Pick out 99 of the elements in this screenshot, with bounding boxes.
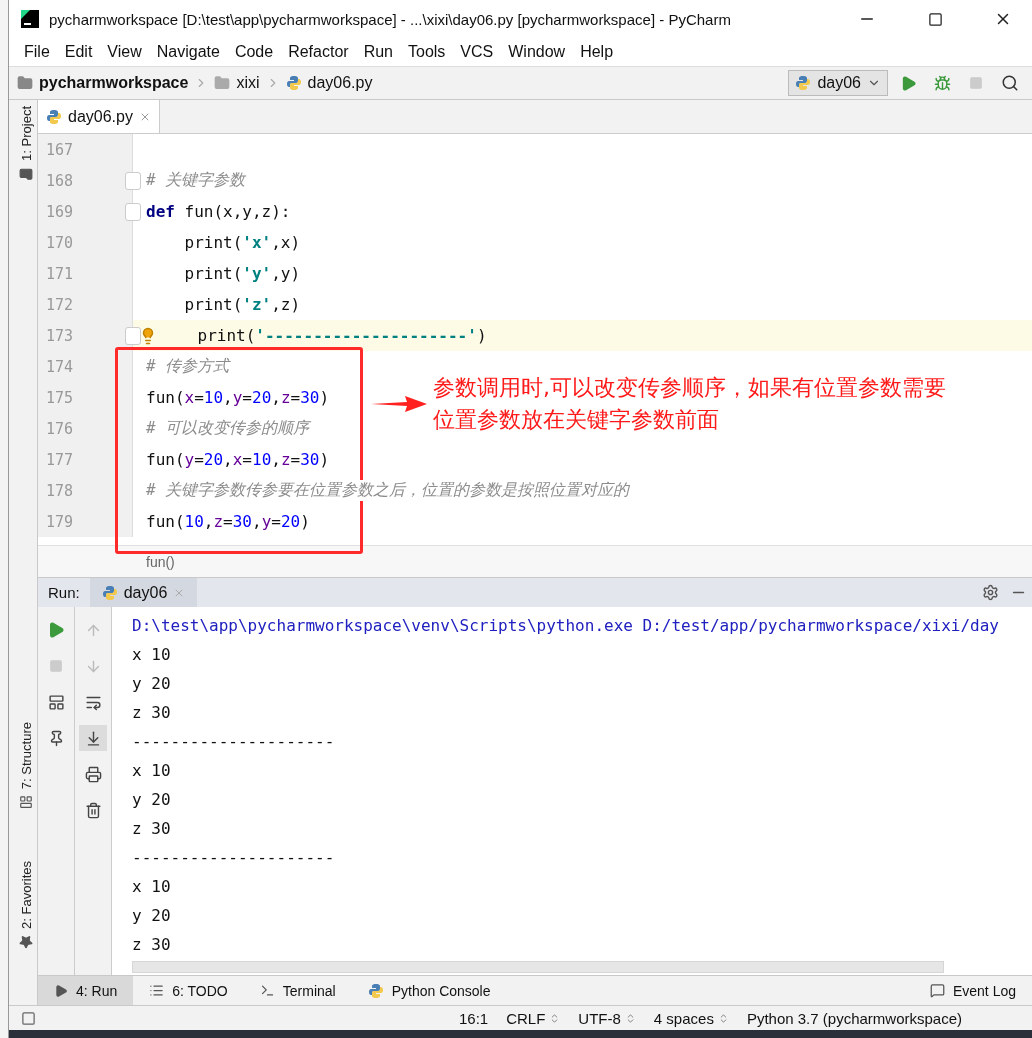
- line-number: 179: [46, 512, 74, 531]
- menu-item[interactable]: Tools: [407, 43, 446, 61]
- play-icon: [54, 983, 68, 998]
- star-icon: [19, 935, 33, 949]
- app-logo-icon: [21, 10, 39, 28]
- trash-icon[interactable]: [84, 801, 102, 819]
- console-line: z 30: [132, 934, 172, 956]
- status-item[interactable]: 16:1: [459, 1009, 489, 1027]
- breadcrumb-item[interactable]: xixi: [236, 74, 260, 92]
- status-item[interactable]: 4 spaces: [653, 1009, 714, 1027]
- tab-label: Event Log: [952, 982, 1016, 999]
- terminal-icon: [259, 983, 275, 998]
- printer-icon[interactable]: [84, 765, 102, 783]
- line-number: 169: [46, 202, 74, 221]
- line-number: 175: [46, 388, 74, 407]
- list-icon: [149, 983, 165, 998]
- console-line: z 30: [132, 818, 172, 840]
- menu-item[interactable]: VCS: [459, 43, 494, 61]
- console-line: z 30: [132, 702, 172, 724]
- breadcrumb-item[interactable]: day06.py: [307, 74, 373, 92]
- console-line: y 20: [132, 673, 172, 695]
- side-tool-label: 1: Project: [18, 106, 34, 161]
- bug-icon[interactable]: [933, 74, 951, 92]
- console-line: y 20: [132, 789, 172, 811]
- line-number: 176: [46, 419, 74, 438]
- menu-item[interactable]: View: [106, 43, 142, 61]
- panel-title: Run:: [47, 584, 81, 601]
- tab-label: 6: TODO: [172, 982, 228, 999]
- menu-item[interactable]: Code: [233, 43, 274, 61]
- line-number: 167: [46, 140, 74, 159]
- menu-item[interactable]: Run: [362, 43, 393, 61]
- maximize-icon[interactable]: [927, 11, 943, 27]
- code-breadcrumb[interactable]: fun(): [146, 553, 175, 570]
- tool-window-tab[interactable]: 4: Run: [38, 976, 134, 1005]
- layout-icon[interactable]: [47, 693, 65, 711]
- line-number: 168: [46, 171, 74, 190]
- tab-label: 4: Run: [76, 982, 118, 999]
- console-line: y 20: [132, 905, 172, 927]
- window-title: pycharmworkspace [D:\test\app\pycharmworkspace] - ...\xixi\day06.py [pycharmworkspace] - PyCharm: [49, 10, 732, 28]
- tool-window-tab[interactable]: Python Console: [351, 976, 507, 1005]
- tab-label: Terminal: [282, 982, 336, 999]
- tab-label: day06.py: [68, 107, 133, 126]
- scroll-to-end-button[interactable]: [79, 725, 107, 751]
- side-tool-tab[interactable]: 1: Project: [15, 100, 37, 187]
- breadcrumb-item[interactable]: pycharmworkspace: [39, 74, 189, 92]
- menu-item[interactable]: Window: [507, 43, 566, 61]
- search-icon[interactable]: [1001, 74, 1019, 92]
- fold-marker-icon[interactable]: [125, 326, 141, 345]
- tool-window-tab[interactable]: 6: TODO: [133, 976, 244, 1005]
- layout-toggle-icon[interactable]: [21, 1010, 36, 1026]
- menu-item[interactable]: Navigate: [155, 43, 220, 61]
- horizontal-scrollbar[interactable]: [132, 961, 944, 973]
- line-number: 174: [46, 357, 74, 376]
- python-file-icon: [46, 108, 62, 125]
- python-file-icon: [285, 75, 302, 91]
- code-line: print('---------------------'): [196, 326, 487, 345]
- console-line: x 10: [132, 876, 172, 898]
- event-log-tab[interactable]: Event Log: [913, 976, 1032, 1005]
- status-item[interactable]: CRLF: [506, 1009, 546, 1027]
- tab-label: day06: [123, 583, 168, 602]
- menu-item[interactable]: Edit: [63, 43, 93, 61]
- python-icon: [367, 982, 384, 999]
- folder-icon: [214, 75, 231, 91]
- run-icon[interactable]: [47, 621, 65, 639]
- line-number: 171: [46, 264, 74, 283]
- annotation-text: 参数调用时,可以改变传参顺序，如果有位置参数需要 位置参数放在关键字参数前面: [433, 374, 946, 434]
- line-number: 177: [46, 450, 74, 469]
- python-icon: [795, 75, 812, 91]
- line-number: 178: [46, 481, 74, 500]
- run-configuration-dropdown[interactable]: day06: [788, 70, 888, 96]
- console-line: D:\test\app\pycharmworkspace\venv\Scripts\python.exe D:/test/app/pycharmworkspace/xixi/day: [132, 615, 1000, 637]
- fold-marker-icon[interactable]: [125, 171, 141, 190]
- menu-item[interactable]: File: [23, 43, 50, 61]
- fold-marker-icon[interactable]: [125, 202, 141, 221]
- speech-bubble-icon: [929, 983, 945, 998]
- python-icon: [101, 584, 118, 601]
- side-tool-tab[interactable]: 7: Structure: [15, 715, 37, 816]
- run-tab[interactable]: day06: [89, 578, 198, 607]
- folder-icon: [19, 166, 33, 181]
- status-item[interactable]: UTF-8: [578, 1009, 621, 1027]
- status-item[interactable]: Python 3.7 (pycharmworkspace): [746, 1009, 962, 1027]
- structure-icon: [19, 795, 33, 810]
- line-number: 173: [46, 326, 74, 345]
- editor-tab[interactable]: day06.py: [38, 100, 160, 133]
- menu-item[interactable]: Refactor: [287, 43, 349, 61]
- console-line: ---------------------: [132, 731, 336, 753]
- menu-item[interactable]: Help: [579, 43, 614, 61]
- side-tool-tab[interactable]: 2: Favorites: [15, 855, 37, 955]
- folder-icon: [17, 75, 33, 91]
- tool-window-tab[interactable]: Terminal: [243, 976, 352, 1005]
- line-number: 172: [46, 295, 74, 314]
- console-line: x 10: [132, 760, 172, 782]
- settings-icon[interactable]: [981, 584, 999, 601]
- console-line: ---------------------: [132, 847, 336, 869]
- side-tool-label: 7: Structure: [18, 721, 34, 790]
- side-tool-label: 2: Favorites: [18, 861, 34, 929]
- line-number: 170: [46, 233, 74, 252]
- console-line: x 10: [132, 644, 172, 666]
- tab-label: Python Console: [391, 982, 491, 999]
